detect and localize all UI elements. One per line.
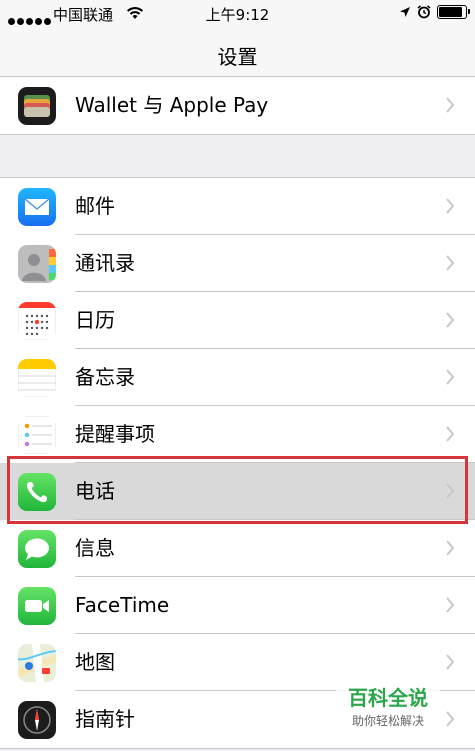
alarm-clock-icon [417, 5, 431, 19]
apps-group: 邮件 通讯录 日历 备忘录 提醒事项 电话 信息 FaceTime 地图 指南针 [0, 177, 475, 749]
settings-row-facetime[interactable]: FaceTime [0, 577, 475, 634]
chevron-right-icon [446, 97, 455, 113]
settings-row-label: Wallet 与 Apple Pay [75, 93, 269, 117]
phone-icon [18, 473, 56, 511]
settings-row-label: 备忘录 [75, 365, 135, 389]
settings-row-phone[interactable]: 电话 [0, 463, 475, 520]
settings-row-wallet[interactable]: Wallet 与 Apple Pay [0, 77, 475, 134]
settings-row-mail[interactable]: 邮件 [0, 178, 475, 235]
chevron-right-icon [446, 255, 455, 271]
watermark-logo: 百科全说 助你轻松解决 [336, 680, 440, 731]
watermark-title: 百科全说 [348, 686, 428, 710]
contacts-icon [18, 245, 56, 283]
settings-row-contacts[interactable]: 通讯录 [0, 235, 475, 292]
page-title: 设置 [217, 45, 258, 69]
settings-row-label: 提醒事项 [75, 422, 155, 446]
status-bar: 中国联通 上午9:12 [0, 0, 475, 28]
maps-icon [18, 644, 56, 682]
watermark-subtitle: 助你轻松解决 [351, 714, 424, 728]
settings-row-notes[interactable]: 备忘录 [0, 349, 475, 406]
settings-row-messages[interactable]: 信息 [0, 520, 475, 577]
chevron-right-icon [446, 483, 455, 499]
chevron-right-icon [446, 597, 455, 613]
settings-row-label: 指南针 [75, 707, 135, 731]
chevron-right-icon [446, 654, 455, 670]
settings-row-reminders[interactable]: 提醒事项 [0, 406, 475, 463]
wallet-group: Wallet 与 Apple Pay [0, 76, 475, 135]
location-arrow-icon [400, 7, 410, 17]
wallet-icon [18, 87, 56, 125]
settings-row-label: 日历 [75, 308, 115, 332]
chevron-right-icon [446, 711, 455, 727]
settings-row-label: FaceTime [75, 593, 170, 617]
settings-row-label: 信息 [75, 536, 115, 560]
navigation-bar: 设置 [0, 28, 475, 80]
settings-row-label: 电话 [75, 479, 115, 503]
chevron-right-icon [446, 198, 455, 214]
messages-icon [18, 530, 56, 568]
calendar-icon [18, 302, 56, 340]
mail-icon [18, 188, 56, 226]
compass-icon [18, 701, 56, 739]
reminders-icon [18, 416, 56, 454]
chevron-right-icon [446, 426, 455, 442]
battery-icon [437, 5, 470, 19]
chevron-right-icon [446, 369, 455, 385]
notes-icon [18, 359, 56, 397]
settings-row-calendar[interactable]: 日历 [0, 292, 475, 349]
facetime-icon [18, 587, 56, 625]
battery-level [439, 7, 463, 17]
settings-row-label: 地图 [75, 650, 115, 674]
chevron-right-icon [446, 312, 455, 328]
chevron-right-icon [446, 540, 455, 556]
settings-row-label: 通讯录 [75, 251, 135, 275]
settings-row-label: 邮件 [75, 194, 115, 218]
